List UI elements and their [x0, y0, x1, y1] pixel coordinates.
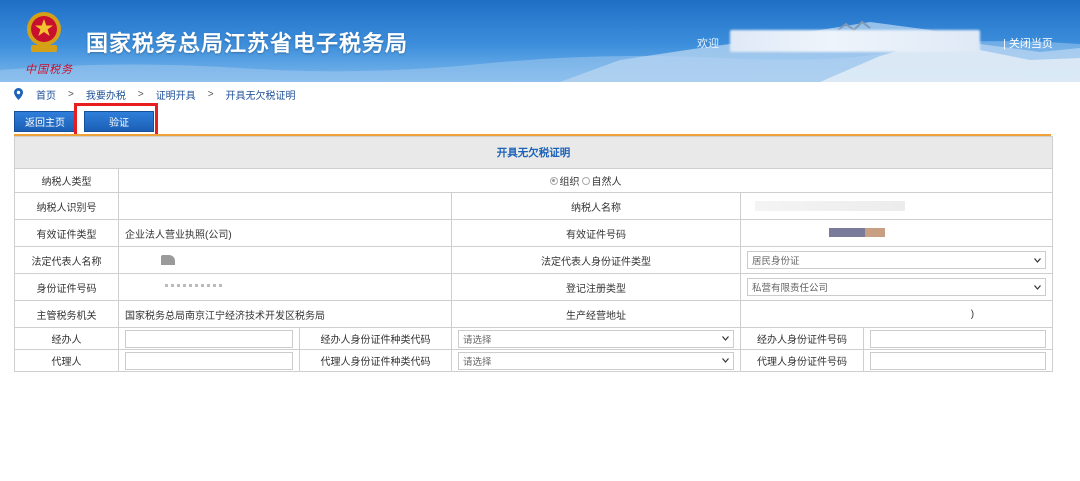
legal-rep-name-value	[118, 246, 452, 274]
tax-authority-value: 国家税务总局南京江宁经济技术开发区税务局	[118, 300, 452, 328]
location-pin-icon	[14, 88, 23, 100]
breadcrumb-certificates[interactable]: 证明开具	[156, 87, 196, 102]
taxpayer-type-cell: 组织 自然人	[117, 168, 1054, 193]
redacted-cert-no	[829, 228, 865, 238]
breadcrumb-home[interactable]: 首页	[36, 87, 56, 102]
form-title: 开具无欠税证明	[13, 136, 1054, 169]
handler-input-cell	[118, 327, 300, 350]
chevron-down-icon	[1034, 284, 1042, 290]
agent-id-no-label: 代理人身份证件号码	[740, 349, 864, 372]
header-banner: 中国税务 国家税务总局江苏省电子税务局 欢迎 | 关闭当页	[0, 0, 1080, 82]
redacted-cert-no-tail	[865, 228, 885, 238]
verify-highlight-box	[74, 103, 158, 137]
legal-rep-id-type-cell: 居民身份证	[739, 246, 1054, 274]
handler-id-type-value: 请选择	[463, 334, 492, 346]
brand-script: 中国税务	[25, 63, 73, 76]
reg-type-value: 私营有限责任公司	[752, 283, 829, 294]
handler-id-no-label: 经办人身份证件号码	[740, 327, 864, 350]
back-home-button[interactable]: 返回主页	[14, 111, 76, 132]
breadcrumb-separator: >	[137, 88, 144, 100]
reg-type-select[interactable]: 私营有限责任公司	[747, 278, 1047, 296]
agent-id-no-cell	[862, 349, 1054, 372]
taxpayer-name-value	[739, 192, 1054, 220]
id-no-value	[118, 273, 452, 301]
site-title: 国家税务总局江苏省电子税务局	[86, 32, 409, 57]
handler-id-type-cell: 请选择	[451, 327, 741, 350]
redacted-username	[730, 30, 980, 52]
close-page-link[interactable]: | 关闭当页	[1003, 35, 1053, 51]
radio-individual[interactable]	[581, 176, 590, 185]
breadcrumb: 首页 > 我要办税 > 证明开具 > 开具无欠税证明	[14, 86, 296, 102]
no-tax-arrears-form: 开具无欠税证明 纳税人类型 组织 自然人 纳税人识别号 纳税人名称 有效证件类型…	[13, 136, 1054, 372]
breadcrumb-separator: >	[68, 88, 74, 100]
agent-id-no-input[interactable]	[870, 351, 1047, 370]
agent-id-type-label: 代理人身份证件种类代码	[299, 349, 452, 372]
legal-rep-id-type-select[interactable]: 居民身份证	[747, 251, 1047, 269]
handler-id-type-label: 经办人身份证件种类代码	[299, 327, 452, 350]
redacted-taxpayer-name	[755, 200, 905, 211]
taxpayer-type-label: 纳税人类型	[14, 168, 119, 193]
agent-input-cell	[118, 349, 300, 372]
agent-id-type-cell: 请选择	[451, 349, 741, 372]
handler-id-type-select[interactable]: 请选择	[458, 329, 734, 348]
chevron-down-icon	[722, 358, 729, 363]
agent-input[interactable]	[125, 351, 293, 370]
welcome-text: 欢迎	[697, 38, 719, 50]
cert-type-label: 有效证件类型	[14, 219, 119, 247]
legal-rep-id-type-label: 法定代表人身份证件类型	[451, 246, 741, 274]
tax-emblem-icon	[27, 12, 61, 52]
breadcrumb-separator: >	[207, 88, 214, 100]
agent-id-type-select[interactable]: 请选择	[458, 351, 734, 370]
agent-id-type-value: 请选择	[463, 356, 492, 368]
handler-label: 经办人	[14, 327, 119, 350]
handler-id-no-cell	[862, 327, 1054, 350]
agent-label: 代理人	[14, 349, 119, 372]
radio-organization[interactable]	[549, 176, 558, 185]
radio-organization-label: 组织	[559, 177, 580, 188]
handler-id-no-input[interactable]	[870, 329, 1047, 348]
reg-type-label: 登记注册类型	[451, 273, 741, 301]
legal-rep-name-label: 法定代表人名称	[14, 246, 119, 274]
redacted-legal-rep-name	[161, 254, 175, 265]
legal-rep-id-type-value: 居民身份证	[752, 256, 800, 267]
radio-individual-label: 自然人	[591, 177, 622, 188]
handler-input[interactable]	[125, 329, 293, 348]
cert-type-value: 企业法人营业执照(公司)	[118, 219, 452, 247]
business-address-label: 生产经营地址	[451, 300, 741, 328]
redacted-id-no	[165, 283, 225, 287]
taxpayer-name-label: 纳税人名称	[451, 192, 741, 220]
breadcrumb-tax-services[interactable]: 我要办税	[86, 87, 126, 102]
cert-no-label: 有效证件号码	[451, 219, 741, 247]
chevron-down-icon	[722, 336, 729, 341]
taxpayer-id-value	[118, 192, 452, 220]
tax-authority-label: 主管税务机关	[14, 300, 119, 328]
reg-type-cell: 私营有限责任公司	[739, 273, 1054, 301]
business-address-value: )	[739, 300, 1054, 328]
taxpayer-id-label: 纳税人识别号	[14, 192, 119, 220]
cert-no-value	[739, 219, 1054, 247]
breadcrumb-current: 开具无欠税证明	[225, 90, 296, 102]
chevron-down-icon	[1034, 257, 1042, 263]
id-no-label: 身份证件号码	[14, 273, 119, 301]
